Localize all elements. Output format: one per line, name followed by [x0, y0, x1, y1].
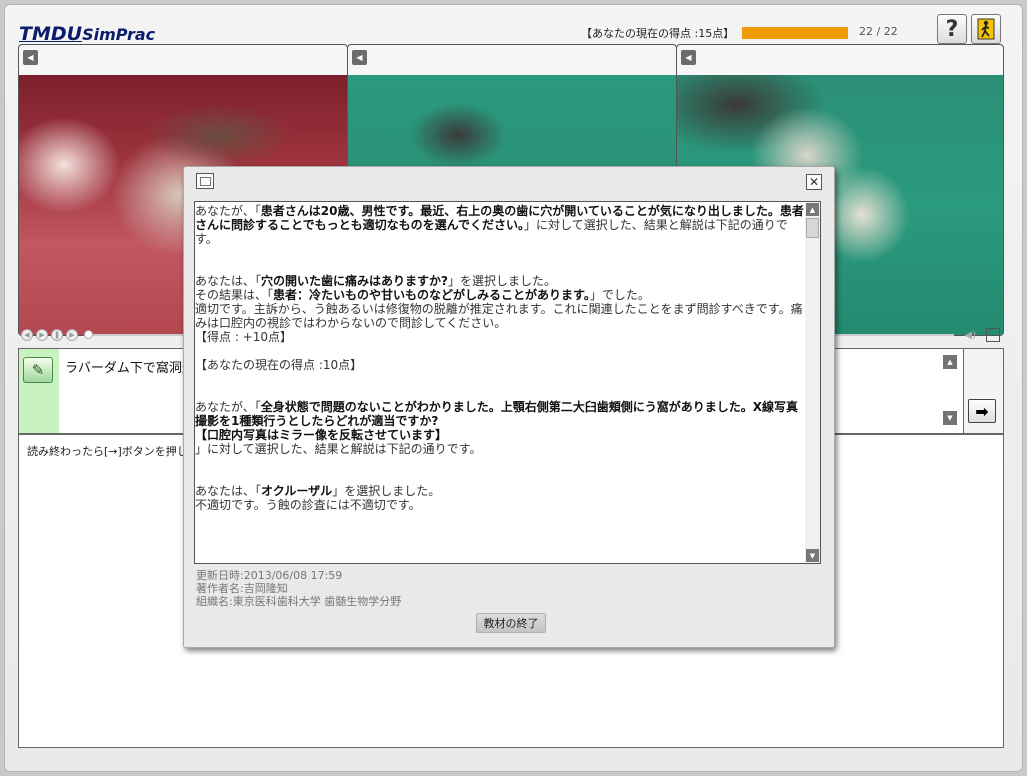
panel-toggle-button-2[interactable]: ◀ — [352, 50, 367, 65]
result-text: あなたが、「患者さんは20歳、男性です。最近、右上の奥の歯に穴が開いていることが… — [195, 202, 807, 512]
play-icon[interactable]: ▶ — [36, 329, 48, 341]
memo-icon[interactable]: ✎ — [23, 357, 53, 383]
result-text-area: あなたが、「患者さんは20歳、男性です。最近、右上の奥の歯に穴が開いていることが… — [194, 201, 821, 564]
progress-fill — [742, 27, 848, 39]
seek-knob[interactable] — [84, 330, 93, 339]
logo-main: TMDU — [19, 23, 83, 45]
result-dialog: ✕ あなたが、「患者さんは20歳、男性です。最近、右上の奥の歯に穴が開いているこ… — [183, 166, 835, 648]
question-text: ラバーダム下で窩洞形 — [65, 361, 195, 376]
exit-door-icon — [977, 18, 995, 40]
volume-icon[interactable]: ◀) — [964, 330, 976, 341]
organization-name: 組織名:東京医科歯科大学 歯髄生物学分野 — [196, 595, 402, 608]
pause-icon[interactable]: ❚ — [51, 329, 63, 341]
end-material-button[interactable]: 教材の終了 — [476, 613, 546, 633]
close-button[interactable]: ✕ — [806, 174, 822, 190]
result-paragraph: 適切です。主訴から、う蝕あるいは修復物の脱離が推定されます。これに関連したことを… — [195, 302, 803, 330]
result-score: 【得点 : +10点】 — [195, 330, 292, 344]
dialog-scrollbar[interactable]: ▲ ▼ — [805, 202, 820, 563]
material-meta: 更新日時:2013/06/08 17:59 著作者名:吉岡隆知 組織名:東京医科… — [196, 569, 401, 608]
app-logo: TMDUSimPrac — [19, 23, 155, 45]
rewind-icon[interactable]: ◀ — [21, 329, 33, 341]
result-paragraph: あなたが、「患者さんは20歳、男性です。最近、右上の奥の歯に穴が開いていることが… — [195, 204, 804, 246]
result-paragraph: あなたは、「オクルーザル」を選択しました。 — [195, 484, 441, 498]
scroll-down-icon[interactable]: ▼ — [806, 549, 819, 562]
score-label: 【あなたの現在の得点 :15点】 — [581, 27, 735, 40]
scroll-up-icon[interactable]: ▲ — [806, 203, 819, 216]
panel-toggle-button-1[interactable]: ◀ — [23, 50, 38, 65]
instruction-text: 読み終わったら[→]ボタンを押して — [27, 445, 199, 458]
question-scrollbar[interactable]: ▲ ▼ — [939, 351, 961, 431]
forward-icon[interactable]: ▶ — [66, 329, 78, 341]
help-button[interactable]: ? — [937, 14, 967, 44]
updated-date: 更新日時:2013/06/08 17:59 — [196, 569, 343, 582]
result-paragraph: あなたが、「全身状態で問題のないことがわかりました。上顎右側第二大臼歯頬側にう窩… — [195, 400, 799, 456]
author-name: 著作者名:吉岡隆知 — [196, 582, 288, 595]
page-count: 22 / 22 — [859, 25, 898, 38]
result-paragraph: あなたは、「穴の開いた歯に痛みはありますか?」を選択しました。 — [195, 274, 556, 288]
logo-sub: SimPrac — [82, 25, 156, 44]
restore-window-icon[interactable] — [196, 173, 214, 189]
result-paragraph: 不適切です。う蝕の診査には不適切です。 — [195, 498, 421, 512]
result-total: 【あなたの現在の得点 :10点】 — [195, 358, 363, 372]
next-button[interactable]: ➡ — [968, 399, 996, 423]
scroll-up-icon[interactable]: ▲ — [943, 355, 957, 369]
scroll-thumb[interactable] — [806, 218, 819, 238]
exit-button[interactable] — [971, 14, 1001, 44]
question-side-bar: ✎ — [19, 349, 59, 433]
next-panel: ➡ — [964, 348, 1004, 434]
scroll-down-icon[interactable]: ▼ — [943, 411, 957, 425]
panel-toggle-button-3[interactable]: ◀ — [681, 50, 696, 65]
result-paragraph: その結果は、「患者：冷たいものや甘いものなどがしみることがあります。」でした。 — [195, 288, 650, 302]
progress-bar — [742, 27, 848, 39]
fullscreen-icon[interactable] — [986, 328, 1000, 342]
